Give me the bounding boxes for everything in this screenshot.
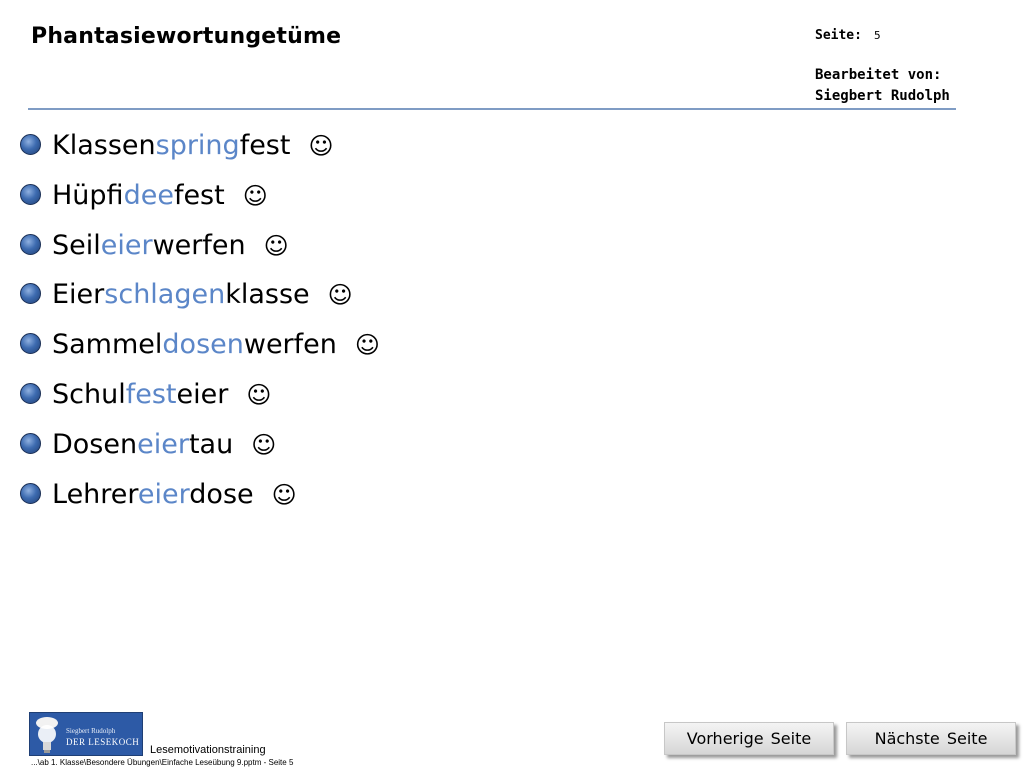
word-prefix: Dosen <box>52 428 138 460</box>
smiley-icon: ☺ <box>354 331 380 360</box>
word-suffix: klasse <box>225 279 310 311</box>
smiley-icon: ☺ <box>242 181 268 210</box>
word-highlight: fest <box>125 378 177 410</box>
compound-word: Hüpfideefest ☺ <box>52 180 268 211</box>
page-label: Seite: <box>815 28 862 43</box>
bullet-circle-icon <box>20 183 41 205</box>
word-suffix: werfen <box>243 329 337 361</box>
bullet-circle-icon <box>20 382 41 404</box>
word-suffix: fest <box>173 179 225 211</box>
logo-brand-lesekoch: LESEKOCH <box>88 737 140 747</box>
header-divider <box>28 108 956 110</box>
bullet-circle-icon <box>20 283 41 305</box>
smiley-icon: ☺ <box>263 231 289 260</box>
previous-page-button[interactable]: Vorherige Seite <box>664 722 834 755</box>
word-prefix: Eier <box>52 279 105 311</box>
word-highlight: eier <box>137 428 189 460</box>
word-suffix: dose <box>189 478 254 510</box>
word-prefix: Klassen <box>52 130 156 161</box>
page-number: 5 <box>874 29 881 42</box>
edited-by-name: Siegbert Rudolph <box>815 88 950 104</box>
compound-word: Klassenspringfest ☺ <box>52 130 334 161</box>
next-page-button[interactable]: Nächste Seite <box>846 722 1016 755</box>
compound-word: Doseneiertau ☺ <box>52 429 276 460</box>
word-highlight: schlagen <box>104 279 226 311</box>
footer-file-path: ...\ab 1. Klasse\Besondere Übungen\Einfa… <box>31 758 294 767</box>
bullet-circle-icon <box>20 482 41 504</box>
word-suffix: fest <box>239 130 291 161</box>
lightbulb-chef-icon <box>36 717 58 753</box>
compound-word: Sammeldosenwerfen ☺ <box>52 329 380 360</box>
leesekoch-logo: Siegbert Rudolph DER LESEKOCH <box>29 712 143 756</box>
smiley-icon: ☺ <box>327 281 353 310</box>
word-highlight: idee <box>123 179 174 211</box>
word-suffix: werfen <box>152 229 246 261</box>
word-suffix: tau <box>188 428 234 460</box>
compound-word: Seileierwerfen ☺ <box>52 230 289 261</box>
smiley-icon: ☺ <box>251 430 277 459</box>
word-highlight: eier <box>100 229 153 261</box>
edited-by-label: Bearbeitet von: <box>815 67 942 83</box>
smiley-icon: ☺ <box>246 380 272 409</box>
word-prefix: Sammel <box>52 329 163 361</box>
page-title: Phantasiewortungetüme <box>31 24 342 49</box>
compound-word: Lehrereierdose ☺ <box>52 479 297 510</box>
logo-brand-der: DER <box>66 737 86 747</box>
smiley-icon: ☺ <box>271 480 297 509</box>
word-prefix: Lehrer <box>52 478 138 510</box>
bullet-circle-icon <box>20 432 41 454</box>
word-prefix: Schul <box>52 378 126 410</box>
word-highlight: spring <box>155 130 240 161</box>
smiley-icon: ☺ <box>308 132 334 160</box>
word-highlight: dosen <box>162 329 244 361</box>
bullet-circle-icon <box>20 134 41 155</box>
logo-name: Siegbert Rudolph <box>66 727 116 735</box>
word-highlight: eier <box>137 478 190 510</box>
logo-brand: DER LESEKOCH <box>66 737 139 747</box>
bullet-circle-icon <box>20 233 41 255</box>
word-prefix: Seil <box>52 229 101 261</box>
compound-word: Schulfesteier ☺ <box>52 379 271 410</box>
compound-word: Eierschlagenklasse ☺ <box>52 279 353 310</box>
bullet-circle-icon <box>20 333 41 355</box>
word-suffix: eier <box>176 378 229 410</box>
word-prefix: Hüpf <box>52 179 124 211</box>
footer-caption: Lesemotivationstraining <box>150 744 266 756</box>
